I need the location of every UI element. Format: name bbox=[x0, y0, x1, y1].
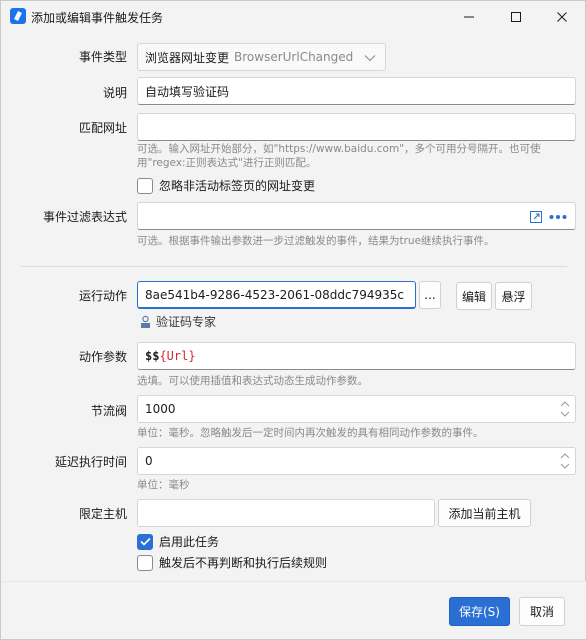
throttle-input[interactable]: 1000 bbox=[137, 395, 576, 423]
throttle-spinner[interactable] bbox=[560, 401, 570, 417]
maximize-icon bbox=[511, 12, 521, 22]
run-action-input[interactable]: 8ae541b4-9286-4523-2061-08ddc794935c bbox=[137, 281, 416, 309]
action-params-prefix: $$ bbox=[145, 349, 160, 363]
event-type-select[interactable]: 浏览器网址变更 BrowserUrlChanged bbox=[137, 43, 386, 71]
match-url-hint: 可选。输入网址开始部分，如"https://www.baidu.com"，多个可… bbox=[137, 142, 577, 170]
enable-task-row[interactable]: 启用此任务 bbox=[137, 533, 219, 550]
action-params-input[interactable]: $$ {Url} bbox=[137, 342, 576, 370]
event-type-value-cn: 浏览器网址变更 bbox=[145, 50, 230, 65]
spin-up-icon[interactable] bbox=[560, 453, 570, 459]
save-button[interactable]: 保存(S) bbox=[449, 597, 510, 626]
close-icon bbox=[557, 12, 567, 22]
match-url-input[interactable] bbox=[137, 113, 576, 141]
browse-action-button[interactable]: ... bbox=[419, 281, 441, 309]
title-bar[interactable]: 添加或编辑事件触发任务 bbox=[1, 1, 585, 33]
dialog-window: 添加或编辑事件触发任务 事件类型 浏览器网址变更 BrowserUrlChang… bbox=[0, 0, 586, 640]
maximize-button[interactable] bbox=[493, 1, 539, 33]
minimize-icon bbox=[464, 16, 474, 18]
delay-hint: 单位：毫秒 bbox=[137, 479, 190, 491]
action-name-text: 验证码专家 bbox=[156, 315, 217, 329]
host-input[interactable] bbox=[137, 499, 435, 527]
minimize-button[interactable] bbox=[446, 1, 492, 33]
open-external-icon[interactable] bbox=[529, 210, 543, 224]
spin-down-icon[interactable] bbox=[560, 463, 570, 469]
spin-up-icon[interactable] bbox=[560, 401, 570, 407]
stop-after-checkbox[interactable] bbox=[137, 554, 153, 571]
ignore-inactive-label: 忽略非活动标签页的网址变更 bbox=[159, 179, 316, 193]
match-url-hint-line1: 可选。输入网址开始部分，如"https://www.baidu.com"，多个可… bbox=[137, 143, 541, 155]
cancel-button[interactable]: 取消 bbox=[519, 597, 565, 626]
throttle-label: 节流阀 bbox=[90, 404, 127, 418]
window-title: 添加或编辑事件触发任务 bbox=[31, 11, 164, 25]
stop-after-row[interactable]: 触发后不再判断和执行后续规则 bbox=[137, 554, 327, 571]
add-current-host-button[interactable]: 添加当前主机 bbox=[438, 499, 531, 527]
checkmark-icon bbox=[139, 537, 151, 546]
action-name-link[interactable]: 验证码专家 bbox=[139, 313, 216, 330]
action-params-hint: 选填。可以使用插值和表达式动态生成动作参数。 bbox=[137, 375, 368, 387]
delay-label: 延迟执行时间 bbox=[54, 455, 127, 469]
delay-input[interactable]: 0 bbox=[137, 447, 576, 475]
app-logo-icon bbox=[10, 8, 26, 24]
host-label: 限定主机 bbox=[78, 507, 127, 521]
description-value: 自动填写验证码 bbox=[145, 84, 230, 99]
run-action-value: 8ae541b4-9286-4523-2061-08ddc794935c bbox=[145, 287, 404, 302]
event-type-value-en: BrowserUrlChanged bbox=[234, 50, 354, 64]
ignore-inactive-checkbox[interactable] bbox=[137, 177, 153, 194]
description-label: 说明 bbox=[102, 86, 127, 100]
filter-expr-label: 事件过滤表达式 bbox=[42, 210, 127, 224]
chevron-down-icon bbox=[364, 55, 376, 62]
enable-task-label: 启用此任务 bbox=[159, 535, 220, 549]
puzzle-icon bbox=[141, 315, 150, 328]
delay-spinner[interactable] bbox=[560, 453, 570, 469]
throttle-value: 1000 bbox=[145, 402, 176, 416]
close-button[interactable] bbox=[539, 1, 585, 33]
section-divider bbox=[21, 266, 567, 267]
spin-down-icon[interactable] bbox=[560, 411, 570, 417]
description-input[interactable]: 自动填写验证码 bbox=[137, 77, 576, 105]
match-url-label: 匹配网址 bbox=[78, 121, 127, 135]
match-url-hint-line2: 用"regex:正则表达式"进行正则匹配。 bbox=[137, 157, 317, 169]
more-dots-icon[interactable] bbox=[549, 214, 567, 220]
ignore-inactive-row[interactable]: 忽略非活动标签页的网址变更 bbox=[137, 177, 315, 194]
filter-expr-input[interactable] bbox=[137, 202, 576, 230]
enable-task-checkbox[interactable] bbox=[137, 533, 153, 550]
throttle-hint: 单位：毫秒。忽略触发后一定时间内再次触发的具有相同动作参数的事件。 bbox=[137, 427, 484, 439]
run-action-label: 运行动作 bbox=[78, 289, 127, 303]
delay-value: 0 bbox=[145, 454, 153, 468]
stop-after-label: 触发后不再判断和执行后续规则 bbox=[159, 556, 328, 570]
action-params-label: 动作参数 bbox=[78, 350, 127, 364]
filter-expr-hint: 可选。根据事件输出参数进一步过滤触发的事件，结果为true继续执行事件。 bbox=[137, 235, 495, 247]
event-type-label: 事件类型 bbox=[78, 50, 127, 64]
edit-action-button[interactable]: 编辑 bbox=[456, 282, 492, 310]
action-params-var: {Url} bbox=[159, 349, 196, 363]
float-action-button[interactable]: 悬浮 bbox=[495, 282, 532, 310]
